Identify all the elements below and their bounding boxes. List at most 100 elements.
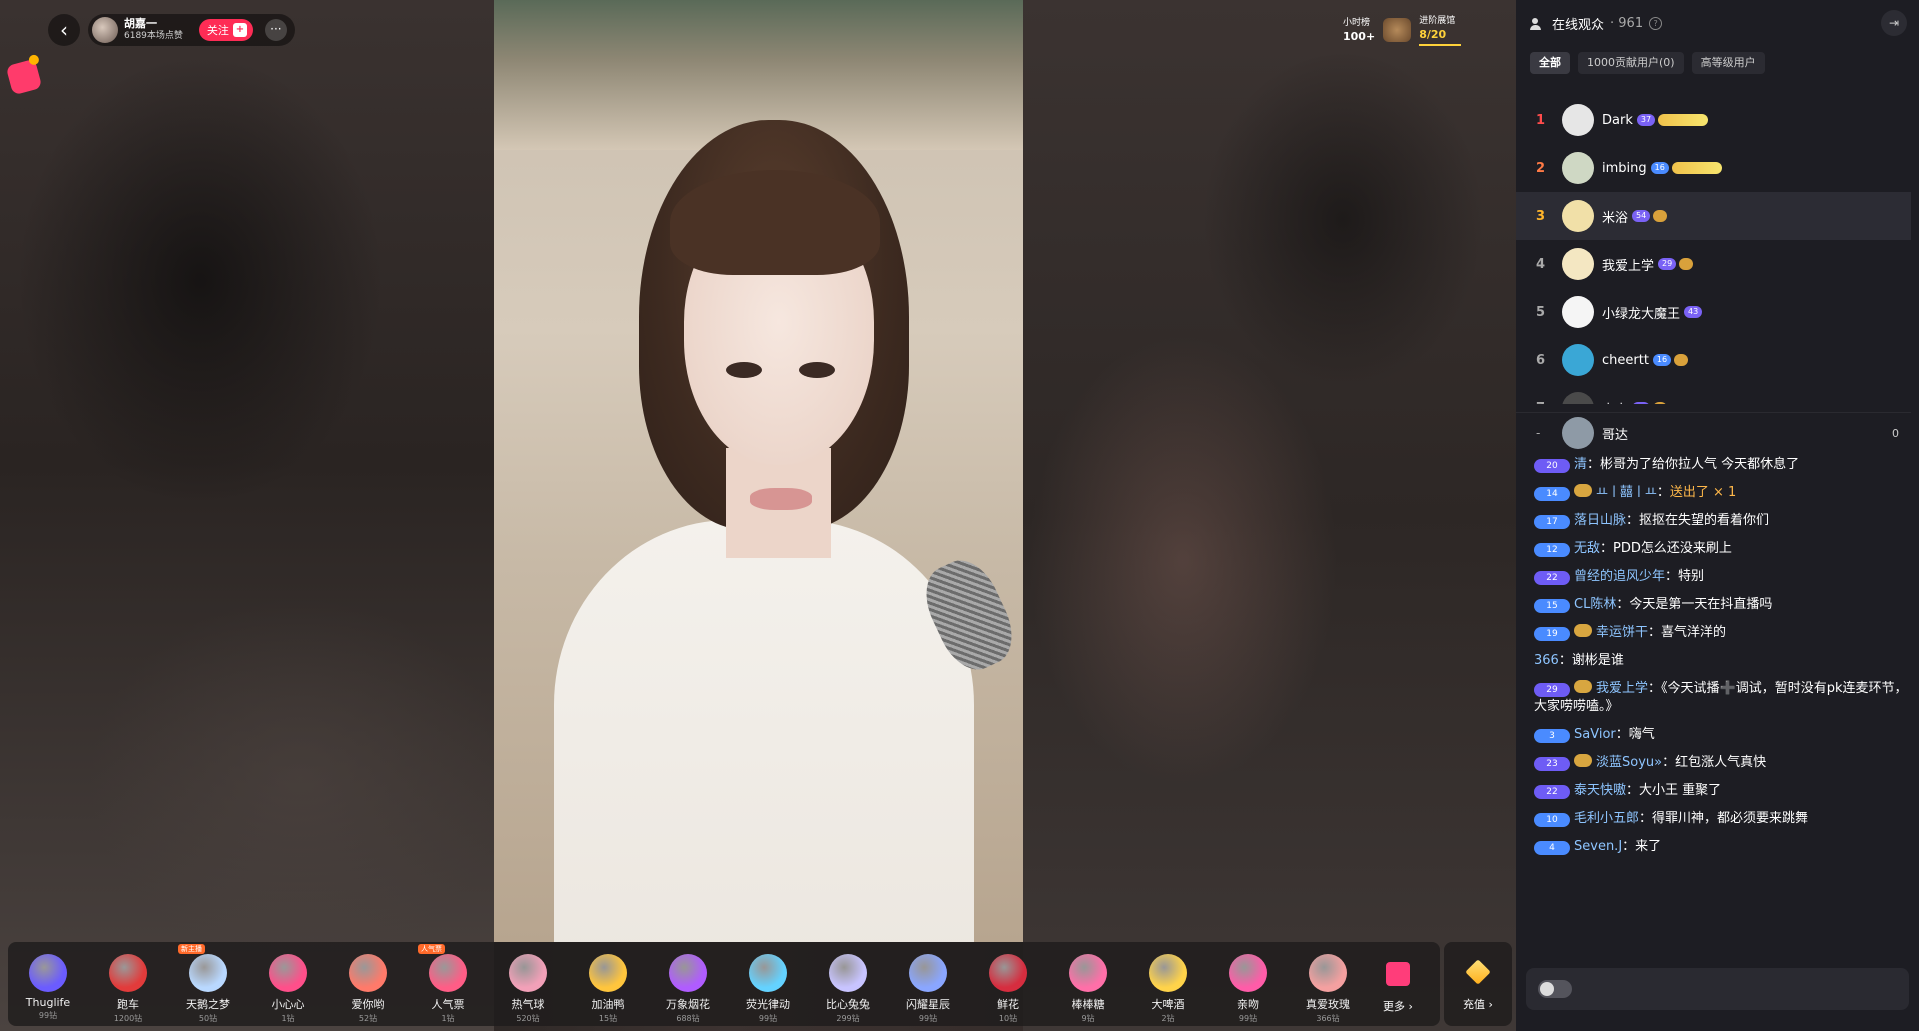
chat-message[interactable]: 366：谢彬是谁 [1534,652,1909,670]
chat-separator: ： [1626,513,1640,528]
gift-item[interactable]: 真爱玫瑰 366钻 [1288,948,1368,1024]
chat-username[interactable]: 无敌 [1574,541,1600,556]
filter-high-level[interactable]: 高等级用户 [1691,52,1765,74]
chat-message[interactable]: 22 泰天快嗷：大小王 重聚了 [1534,782,1909,800]
chat-message[interactable]: 17 落日山脉：抠抠在失望的看着你们 [1534,512,1909,530]
chat-message[interactable]: 3 SaVior：嗨气 [1534,726,1909,744]
chat-username[interactable]: CL陈林 [1574,597,1616,612]
filter-all[interactable]: 全部 [1530,52,1570,74]
chat-username[interactable]: 清 [1574,457,1587,472]
gift-price: 299钻 [836,1014,860,1023]
fan-badge-icon [1653,402,1668,404]
gift-item[interactable]: 鲜花 10钻 [968,948,1048,1024]
viewer-row[interactable]: 1 Dark 37 [1516,96,1911,144]
gift-item[interactable]: 万象烟花 688钻 [648,948,728,1024]
chat-username[interactable]: 泰天快嗷 [1574,783,1626,798]
gift-item[interactable]: 闪耀星辰 99钻 [888,948,968,1024]
gift-item[interactable]: 跑车 1200钻 [88,948,168,1024]
viewer-name: 米浴 [1602,210,1629,226]
chat-message[interactable]: 4 Seven.J：来了 [1534,838,1909,856]
chevron-left-icon: ‹ [60,18,68,42]
chat-message[interactable]: 23 淡蓝Soyu»：红包涨人气真快 [1534,754,1909,772]
gift-item[interactable]: 大啤酒 2钻 [1128,948,1208,1024]
viewer-row[interactable]: 2 imbing 16 [1516,144,1911,192]
gift-item[interactable]: 热气球 520钻 [488,948,568,1024]
gift-item[interactable]: 人气票 人气票 1钻 [408,944,488,1024]
chat-username[interactable]: ㅛㅣ囍ㅣㅛ [1596,485,1657,500]
back-button[interactable]: ‹ [48,14,80,46]
level-badge: 23 [1534,757,1570,771]
host-avatar[interactable] [92,17,118,43]
chat-input[interactable] [1526,968,1909,1010]
chat-message[interactable]: 20 清：彬哥为了给你拉人气 今天都休息了 [1534,456,1909,474]
viewer-avatar[interactable] [1562,392,1594,404]
gift-icon [829,954,867,992]
info-icon[interactable]: ? [1649,17,1663,30]
viewer-row[interactable]: 6 cheertt 16 [1516,336,1911,384]
live-video[interactable] [494,0,1023,942]
chat-message[interactable]: 22 曾经的追风少年：特别 [1534,568,1909,586]
chat-username[interactable]: 幸运饼干 [1596,625,1648,640]
follow-button[interactable]: 关注 + [198,19,253,41]
collapse-panel-button[interactable]: ⇥ [1881,10,1907,36]
progress-value: 8/20 [1419,28,1447,41]
level-badge: 54 [1632,210,1651,222]
gift-item[interactable]: 爱你哟 52钻 [328,948,408,1024]
gift-name: 大啤酒 [1151,998,1185,1011]
gift-item[interactable]: 加油鸭 15钻 [568,948,648,1024]
chat-message[interactable]: 29 我爱上学：《今天试播➕调试，暂时没有pk连麦环节，大家唠唠嗑。》 [1534,680,1909,716]
filter-top-contributors[interactable]: 1000贡献用户(0) [1578,52,1684,74]
recharge-button[interactable]: 充值 › [1444,942,1512,1026]
chat-message[interactable]: 14 ㅛㅣ囍ㅣㅛ：送出了 × 1 [1534,484,1909,502]
viewer-row[interactable]: 5 小绿龙大魔王 43 [1516,288,1911,336]
chat-username[interactable]: 我爱上学 [1596,681,1648,696]
level-badge: 15 [1534,599,1570,613]
chat-username[interactable]: 曾经的追风少年 [1574,569,1665,584]
viewer-avatar[interactable] [1562,344,1594,376]
gift-item[interactable]: 新主播 天鹅之梦 50钻 [168,944,248,1024]
danmaku-toggle[interactable] [1538,980,1572,998]
viewer-avatar[interactable] [1562,104,1594,136]
viewer-row[interactable]: 7 卡卡 26 [1516,384,1911,404]
chat-text: 红包涨人气真快 [1675,755,1767,770]
gift-item[interactable]: 亲吻 99钻 [1208,948,1288,1024]
gift-price: 15钻 [598,1014,618,1023]
chat-username[interactable]: 淡蓝Soyu» [1596,755,1662,770]
streamer-eye-left [726,362,762,378]
chat-message[interactable]: 10 毛利小五郎：得罪川神，都必须要来跳舞 [1534,810,1909,828]
more-button[interactable]: ··· [264,19,287,41]
level-badge: 22 [1534,571,1570,585]
chat-text: 谢彬是谁 [1571,653,1624,668]
gift-name: 万象烟花 [666,998,710,1011]
chat-username[interactable]: 落日山脉 [1574,513,1626,528]
chat-text: 特别 [1678,569,1705,584]
viewer-row[interactable]: 3 米浴 54 [1516,192,1911,240]
chat-username[interactable]: Seven.J [1574,839,1622,854]
more-gifts-button[interactable]: 更多 › [1368,948,1428,1014]
host-bar: ‹ 胡嘉一 6189本场点赞 关注 + ··· [48,14,295,46]
gift-item[interactable]: 比心兔兔 299钻 [808,948,888,1024]
chat-username[interactable]: 366 [1534,653,1559,668]
viewer-avatar[interactable] [1562,248,1594,280]
viewer-list[interactable]: 1 Dark 37 2 imbing 16 3 米浴 54 4 我爱上学 29 5 小绿龙大魔王 43 6 ch… [1516,96,1911,404]
rank-box[interactable]: 小时榜 100+ 进阶展馆 8/20 [1343,14,1462,46]
viewer-avatar[interactable] [1562,296,1594,328]
gift-item[interactable]: 棒棒糖 9钻 [1048,948,1128,1024]
viewer-name: cheertt [1602,352,1649,368]
chat-username[interactable]: 毛利小五郎 [1574,811,1639,826]
chat-username[interactable]: SaVior [1574,727,1616,742]
chat-message[interactable]: 19 幸运饼干：喜气洋洋的 [1534,624,1909,642]
host-card[interactable]: 胡嘉一 6189本场点赞 关注 + ··· [88,14,295,46]
viewer-avatar[interactable] [1562,152,1594,184]
chat-message[interactable]: 15 CL陈林：今天是第一天在抖直播吗 [1534,596,1909,614]
gift-item[interactable]: 荧光律动 99钻 [728,948,808,1024]
viewer-avatar[interactable] [1562,200,1594,232]
level-badge: 20 [1534,459,1570,473]
gift-item[interactable]: Thuglife 99钻 [8,948,88,1021]
fan-club-icon [1574,754,1592,767]
fan-badge-icon [1658,114,1709,126]
chat-message[interactable]: 12 无敌：PDD怎么还没来刷上 [1534,540,1909,558]
more-gifts-label: 更多 › [1383,1000,1413,1013]
viewer-row[interactable]: 4 我爱上学 29 [1516,240,1911,288]
gift-item[interactable]: 小心心 1钻 [248,948,328,1024]
